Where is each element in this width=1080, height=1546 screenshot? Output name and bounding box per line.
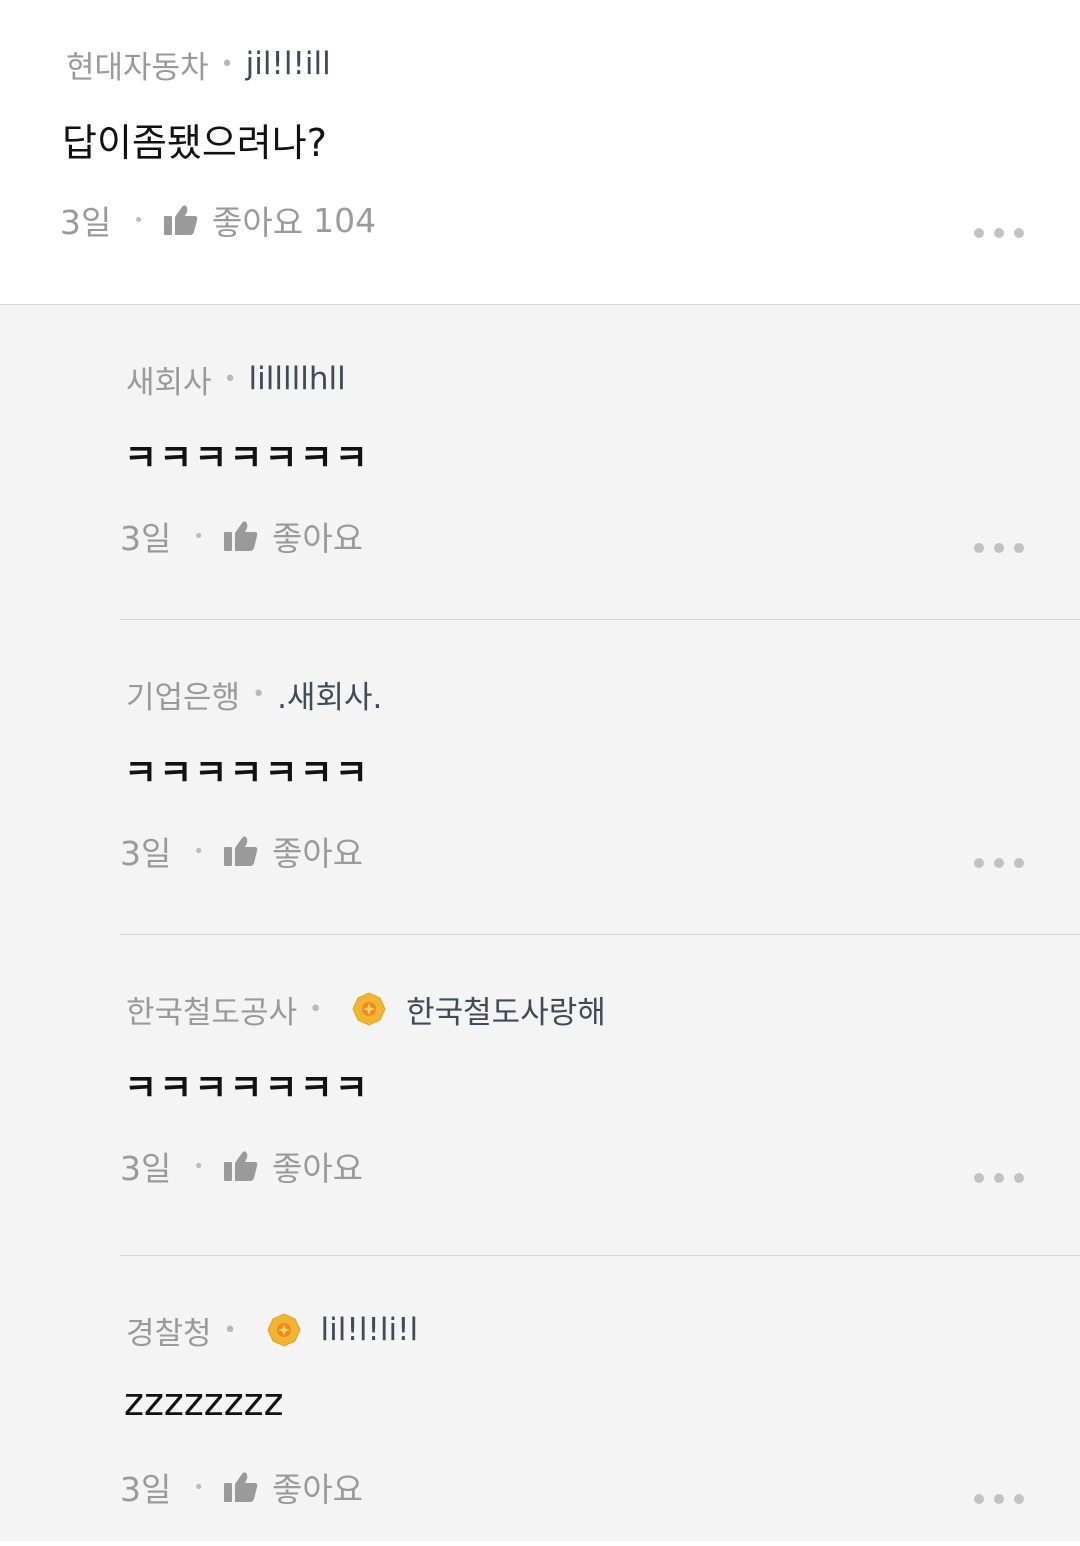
- like-label: 좋아요: [271, 519, 364, 558]
- reply-time: 3일: [120, 834, 172, 873]
- more-options-button[interactable]: [974, 1172, 1024, 1184]
- footer-separator: •: [133, 209, 144, 231]
- like-button[interactable]: 좋아요: [223, 1142, 364, 1190]
- more-dot: [994, 1173, 1004, 1183]
- more-dot: [994, 543, 1004, 553]
- reply-footer: 3일 • 좋아요: [120, 516, 363, 558]
- reply-meta: 새회사 • lilllllhll: [126, 357, 346, 402]
- main-comment: 현대자동차 • jil!l!ill 답이좀됐으려나? 3일 • 좋아요 104: [0, 0, 1080, 305]
- nickname[interactable]: lil!l!li!l: [321, 1312, 419, 1348]
- more-options-button[interactable]: [974, 542, 1024, 554]
- more-dot: [974, 228, 984, 238]
- nickname[interactable]: 한국철도사랑해: [406, 987, 606, 1032]
- like-label: 좋아요: [271, 834, 364, 873]
- like-label: 좋아요: [271, 1470, 364, 1509]
- like-button[interactable]: 좋아요: [223, 512, 364, 560]
- comment-text: 답이좀됐으려나?: [62, 121, 327, 165]
- footer-separator: •: [193, 840, 204, 862]
- reply-footer: 3일 • 좋아요: [120, 1467, 363, 1509]
- reply-footer: 3일 • 좋아요: [120, 831, 363, 873]
- more-options-button[interactable]: [974, 227, 1024, 239]
- reply-text: zzzzzzzz: [124, 1380, 284, 1424]
- reply-meta: 한국철도공사 • 한국철도사랑해: [126, 987, 606, 1032]
- more-dot: [1014, 228, 1024, 238]
- more-dot: [1014, 858, 1024, 868]
- reply-item: 경찰청 • lil!l!li!l zzzzzzzz 3일 • 좋아요: [120, 1256, 1080, 1546]
- more-dot: [1014, 543, 1024, 553]
- meta-separator: •: [223, 1317, 237, 1343]
- like-label: 좋아요: [271, 1149, 364, 1188]
- more-dot: [974, 1494, 984, 1504]
- nickname[interactable]: jil!l!ill: [246, 46, 331, 82]
- thumbs-up-icon: [223, 1472, 258, 1502]
- gold-badge-icon: [266, 1313, 301, 1347]
- reply-item: 한국철도공사 • 한국철도사랑해 ㅋㅋㅋㅋㅋㅋㅋ 3일 • 좋아요: [120, 935, 1080, 1256]
- reply-time: 3일: [120, 1470, 172, 1509]
- company-name[interactable]: 현대자동차: [66, 42, 209, 87]
- comment-time: 3일: [60, 203, 112, 242]
- more-options-button[interactable]: [974, 857, 1024, 869]
- reply-item: 새회사 • lilllllhll ㅋㅋㅋㅋㅋㅋㅋ 3일 • 좋아요: [120, 305, 1080, 620]
- comment-meta: 현대자동차 • jil!l!ill: [66, 42, 331, 87]
- reply-text: ㅋㅋㅋㅋㅋㅋㅋ: [124, 438, 370, 479]
- meta-separator: •: [220, 51, 234, 77]
- reply-text: ㅋㅋㅋㅋㅋㅋㅋ: [124, 1068, 370, 1109]
- nickname[interactable]: .새회사.: [277, 672, 382, 717]
- like-button[interactable]: 좋아요: [223, 1463, 364, 1511]
- thumbs-up-icon: [223, 521, 258, 551]
- nickname[interactable]: lilllllhll: [249, 361, 346, 397]
- company-name[interactable]: 새회사: [126, 357, 212, 402]
- reply-meta: 경찰청 • lil!l!li!l: [126, 1308, 419, 1353]
- reply-meta: 기업은행 • .새회사.: [126, 672, 382, 717]
- gold-badge-icon: [352, 992, 386, 1026]
- footer-separator: •: [193, 1476, 204, 1498]
- more-dot: [994, 228, 1004, 238]
- like-button[interactable]: 좋아요: [223, 827, 364, 875]
- meta-separator: •: [309, 996, 323, 1022]
- reply-time: 3일: [120, 519, 172, 558]
- company-name[interactable]: 기업은행: [126, 672, 240, 717]
- footer-separator: •: [193, 1155, 204, 1177]
- like-count: 104: [313, 200, 377, 240]
- company-name[interactable]: 한국철도공사: [126, 987, 297, 1032]
- more-dot: [974, 543, 984, 553]
- thumbs-up-icon: [163, 205, 198, 235]
- company-name[interactable]: 경찰청: [126, 1308, 212, 1353]
- thumbs-up-icon: [223, 836, 258, 866]
- like-label: 좋아요: [211, 203, 304, 242]
- footer-separator: •: [193, 525, 204, 547]
- like-button[interactable]: 좋아요 104: [163, 196, 377, 244]
- meta-separator: •: [252, 681, 266, 707]
- reply-text: ㅋㅋㅋㅋㅋㅋㅋ: [124, 753, 370, 794]
- reply-list: 새회사 • lilllllhll ㅋㅋㅋㅋㅋㅋㅋ 3일 • 좋아요 기업은행 •: [0, 305, 1080, 1541]
- thumbs-up-icon: [223, 1151, 258, 1181]
- comment-footer: 3일 • 좋아요 104: [60, 200, 376, 243]
- reply-item: 기업은행 • .새회사. ㅋㅋㅋㅋㅋㅋㅋ 3일 • 좋아요: [120, 620, 1080, 935]
- reply-time: 3일: [120, 1149, 172, 1188]
- more-dot: [994, 858, 1004, 868]
- more-dot: [1014, 1173, 1024, 1183]
- more-options-button[interactable]: [974, 1493, 1024, 1505]
- more-dot: [974, 858, 984, 868]
- more-dot: [994, 1494, 1004, 1504]
- reply-footer: 3일 • 좋아요: [120, 1146, 363, 1188]
- meta-separator: •: [223, 366, 237, 392]
- more-dot: [974, 1173, 984, 1183]
- more-dot: [1014, 1494, 1024, 1504]
